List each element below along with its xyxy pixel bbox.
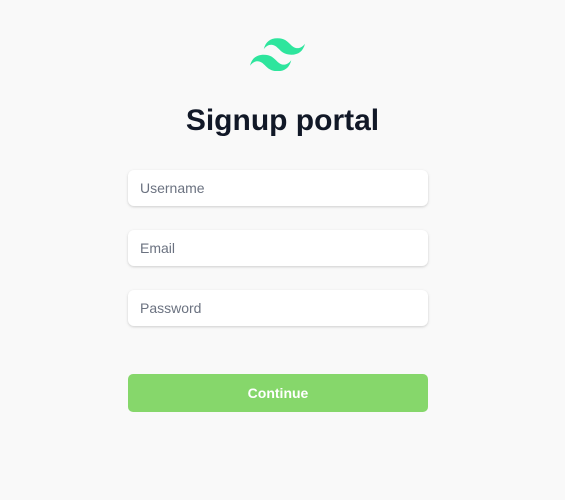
email-field[interactable] <box>128 230 428 266</box>
page-title: Signup portal <box>185 104 380 137</box>
continue-button[interactable]: Continue <box>128 374 428 412</box>
password-field[interactable] <box>128 290 428 326</box>
logo-icon <box>250 38 305 71</box>
username-field[interactable] <box>128 170 428 206</box>
